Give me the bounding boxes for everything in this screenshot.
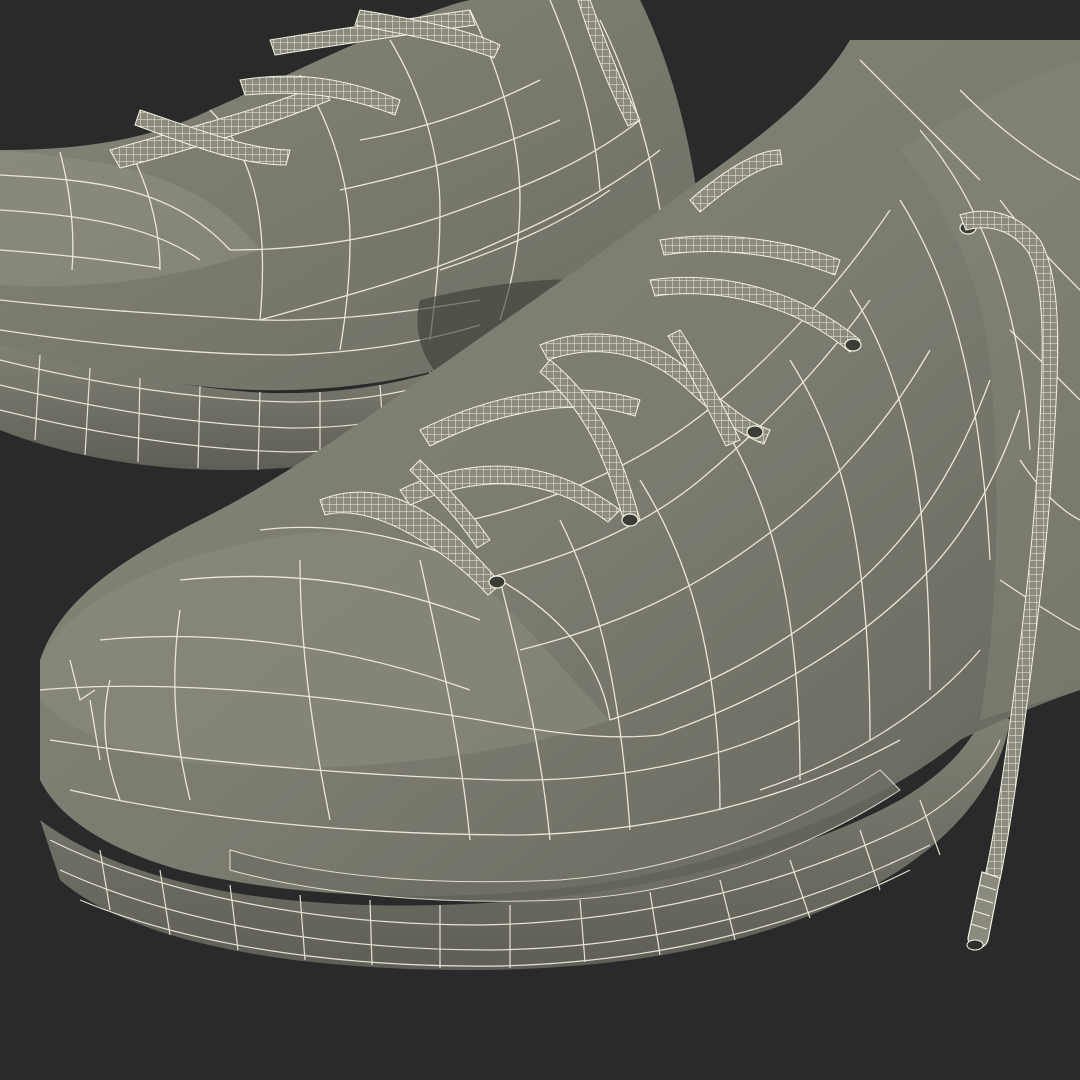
render-viewport <box>0 0 1080 1080</box>
aglet-tip <box>966 939 984 951</box>
wireframe-scene <box>0 0 1080 970</box>
aglet-icon <box>967 871 1001 949</box>
